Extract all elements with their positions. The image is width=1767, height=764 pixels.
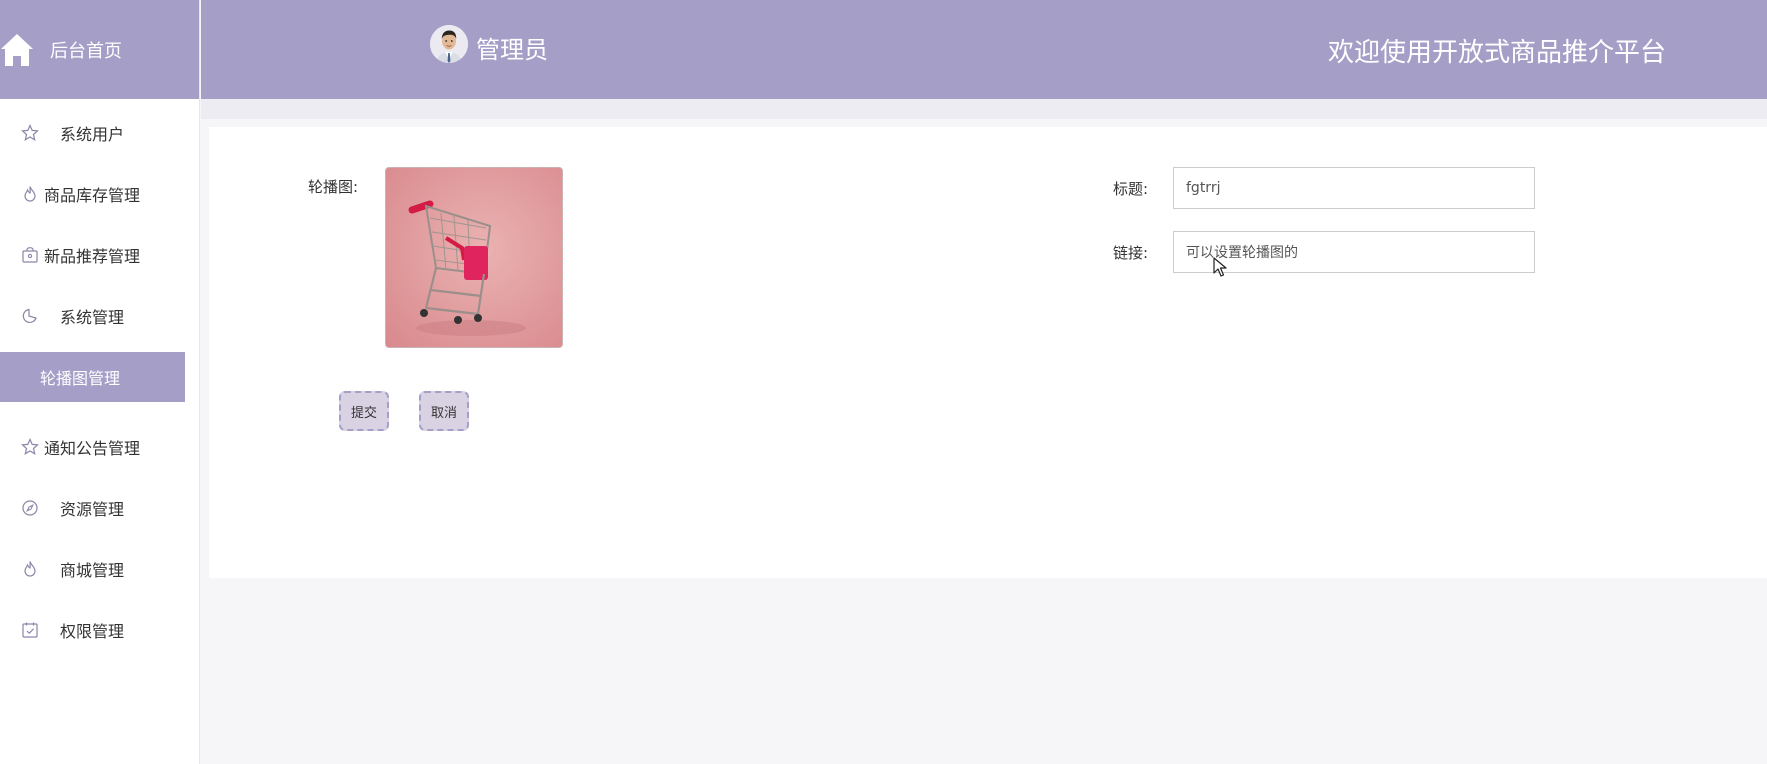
sidebar-item-system-users[interactable]: 系统用户 xyxy=(0,108,200,158)
cancel-button[interactable]: 取消 xyxy=(419,391,469,431)
sidebar-item-label: 系统用户 xyxy=(60,125,125,144)
title-input[interactable] xyxy=(1173,167,1535,209)
flame-icon xyxy=(20,184,40,204)
title-label: 标题: xyxy=(1113,180,1149,198)
sidebar-home-label: 后台首页 xyxy=(50,40,122,62)
sidebar-item-system-settings[interactable]: 系统管理 xyxy=(0,291,200,341)
mouse-cursor-icon xyxy=(1213,257,1227,281)
sidebar-item-label: 商品库存管理 xyxy=(44,186,141,205)
pie-icon xyxy=(20,306,40,326)
sidebar-item-resources[interactable]: 资源管理 xyxy=(0,483,200,533)
link-input[interactable] xyxy=(1173,231,1535,273)
sidebar-item-label: 通知公告管理 xyxy=(44,439,141,458)
welcome-title: 欢迎使用开放式商品推介平台 xyxy=(1328,38,1667,68)
flame-icon xyxy=(20,559,40,579)
sidebar: 后台首页 系统用户 商品库存管理 新品推荐管理 系统管理 轮播图管理 通知公告管… xyxy=(0,0,200,764)
top-header: 管理员 欢迎使用开放式商品推介平台 xyxy=(201,0,1767,99)
sidebar-item-notices[interactable]: 通知公告管理 xyxy=(0,422,200,472)
sidebar-item-label: 权限管理 xyxy=(60,622,125,641)
home-icon xyxy=(0,30,36,70)
sidebar-item-label: 轮播图管理 xyxy=(40,369,121,388)
sidebar-item-inventory[interactable]: 商品库存管理 xyxy=(0,169,200,219)
sidebar-item-mall[interactable]: 商城管理 xyxy=(0,544,200,594)
sub-header-strip xyxy=(201,99,1767,119)
sidebar-item-label: 新品推荐管理 xyxy=(44,247,141,266)
compass-icon xyxy=(20,498,40,518)
sidebar-item-banner[interactable]: 轮播图管理 xyxy=(0,352,185,402)
admin-name[interactable]: 管理员 xyxy=(476,30,548,65)
sidebar-item-label: 资源管理 xyxy=(60,500,125,519)
sidebar-home[interactable]: 后台首页 xyxy=(0,0,199,99)
submit-button[interactable]: 提交 xyxy=(339,391,389,431)
sidebar-item-new-recommend[interactable]: 新品推荐管理 xyxy=(0,230,200,280)
star-icon xyxy=(20,123,40,143)
banner-image-upload[interactable] xyxy=(385,167,563,348)
link-label: 链接: xyxy=(1113,244,1149,262)
shopping-cart-image xyxy=(386,168,562,347)
bag-icon xyxy=(20,245,40,265)
banner-image-label: 轮播图: xyxy=(308,178,359,196)
calendar-check-icon xyxy=(20,620,40,640)
sidebar-item-permissions[interactable]: 权限管理 xyxy=(0,605,200,655)
avatar[interactable] xyxy=(430,25,468,63)
sidebar-item-label: 系统管理 xyxy=(60,308,125,327)
sidebar-item-label: 商城管理 xyxy=(60,561,125,580)
star-icon xyxy=(20,437,40,457)
